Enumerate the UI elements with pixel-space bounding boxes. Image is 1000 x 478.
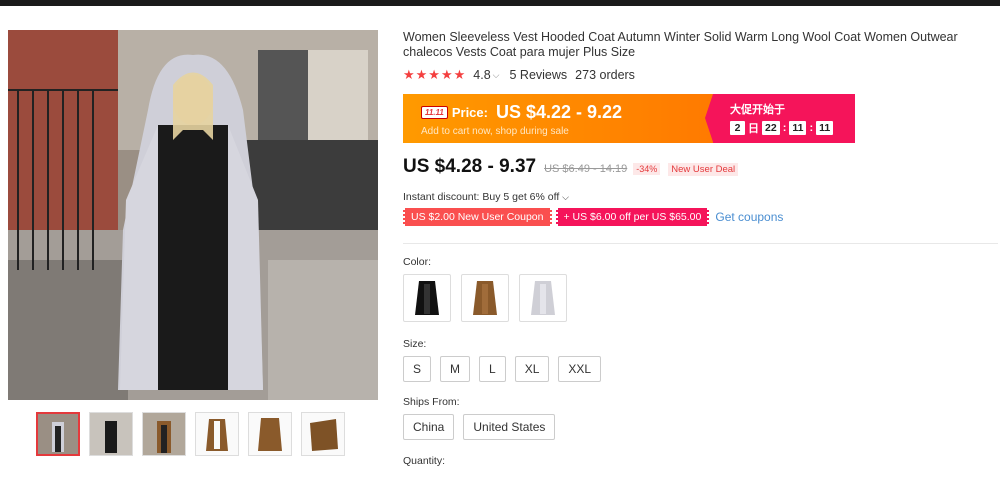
thumbnail-2[interactable] bbox=[89, 412, 133, 456]
current-price: US $4.28 - 9.37 bbox=[403, 156, 537, 177]
size-option-l[interactable]: L bbox=[479, 356, 506, 382]
size-option-xxl[interactable]: XXL bbox=[558, 356, 602, 382]
promo-price-label: Price: bbox=[451, 105, 488, 120]
rating-row: ★★★★★ 4.8 ⌵ 5 Reviews 273 orders bbox=[403, 67, 998, 83]
thumbnail-5[interactable] bbox=[248, 412, 292, 456]
promo-price-panel: 11.11 Price: US $4.22 - 9.22 Add to cart… bbox=[403, 94, 713, 143]
countdown-minutes: 11 bbox=[789, 121, 807, 135]
countdown-days: 2 bbox=[730, 121, 745, 135]
promo-price: US $4.22 - 9.22 bbox=[495, 102, 623, 122]
store-coupon[interactable]: + US $6.00 off per US $65.00 bbox=[555, 208, 710, 226]
thumbnail-6[interactable] bbox=[301, 412, 345, 456]
instant-discount-text: Instant discount: Buy 5 get 6% off bbox=[403, 191, 560, 203]
reviews-link[interactable]: 5 Reviews bbox=[510, 68, 568, 82]
new-user-coupon[interactable]: US $2.00 New User Coupon bbox=[403, 208, 552, 226]
chevron-down-icon[interactable]: ⌵ bbox=[493, 70, 500, 81]
size-option-s[interactable]: S bbox=[403, 356, 432, 382]
thumbnail-3[interactable] bbox=[142, 412, 186, 456]
star-rating-icon: ★★★★★ bbox=[403, 67, 467, 82]
color-swatch-black[interactable] bbox=[403, 274, 451, 322]
promo-banner[interactable]: 11.11 Price: US $4.22 - 9.22 Add to cart… bbox=[403, 94, 855, 143]
top-bar bbox=[0, 0, 1000, 6]
original-price: US $6.49 - 14.19 bbox=[544, 163, 628, 175]
size-label: Size: bbox=[403, 338, 427, 350]
quantity-label: Quantity: bbox=[403, 455, 446, 467]
ships-from-options: China United States bbox=[403, 414, 998, 440]
countdown-timer: 2 日 22 : 11 : 11 bbox=[730, 120, 855, 136]
sale-start-title: 大促开始于 bbox=[730, 104, 785, 116]
chevron-down-icon: ⌵ bbox=[562, 192, 569, 202]
sale-badge: 11.11 bbox=[421, 106, 448, 119]
countdown-panel: 大促开始于 2 日 22 : 11 : 11 bbox=[705, 94, 855, 143]
countdown-separator: : bbox=[782, 122, 787, 134]
size-options: S M L XL XXL bbox=[403, 356, 998, 382]
countdown-day-unit: 日 bbox=[748, 123, 759, 135]
size-option-m[interactable]: M bbox=[440, 356, 471, 382]
thumbnail-4[interactable] bbox=[195, 412, 239, 456]
rating-value[interactable]: 4.8 bbox=[473, 68, 490, 82]
ships-from-label: Ships From: bbox=[403, 396, 460, 408]
color-swatch-light-gray[interactable] bbox=[519, 274, 567, 322]
get-coupons-link[interactable]: Get coupons bbox=[715, 210, 783, 224]
size-option-xl[interactable]: XL bbox=[514, 356, 550, 382]
new-user-deal-badge: New User Deal bbox=[668, 163, 739, 176]
countdown-seconds: 11 bbox=[816, 121, 834, 135]
promo-subtext: Add to cart now, shop during sale bbox=[421, 126, 569, 137]
ships-from-china[interactable]: China bbox=[403, 414, 455, 440]
instant-discount[interactable]: Instant discount: Buy 5 get 6% off ⌵ bbox=[403, 191, 998, 204]
main-product-image[interactable] bbox=[8, 30, 378, 400]
color-label: Color: bbox=[403, 256, 432, 268]
ships-from-united-states[interactable]: United States bbox=[463, 414, 556, 440]
product-title: Women Sleeveless Vest Hooded Coat Autumn… bbox=[403, 30, 958, 59]
orders-count: 273 orders bbox=[575, 68, 635, 82]
color-swatches bbox=[403, 274, 998, 322]
discount-badge: -34% bbox=[633, 163, 661, 175]
color-swatch-brown[interactable] bbox=[461, 274, 509, 322]
product-info: Women Sleeveless Vest Hooded Coat Autumn… bbox=[403, 30, 998, 467]
price-row: US $4.28 - 9.37 US $6.49 - 14.19 -34% Ne… bbox=[403, 156, 998, 178]
coupon-row: US $2.00 New User Coupon + US $6.00 off … bbox=[403, 208, 998, 226]
section-divider bbox=[403, 243, 998, 244]
thumbnail-1[interactable] bbox=[36, 412, 80, 456]
thumbnail-strip bbox=[36, 412, 345, 456]
countdown-separator: : bbox=[809, 122, 814, 134]
countdown-hours: 22 bbox=[762, 121, 780, 135]
